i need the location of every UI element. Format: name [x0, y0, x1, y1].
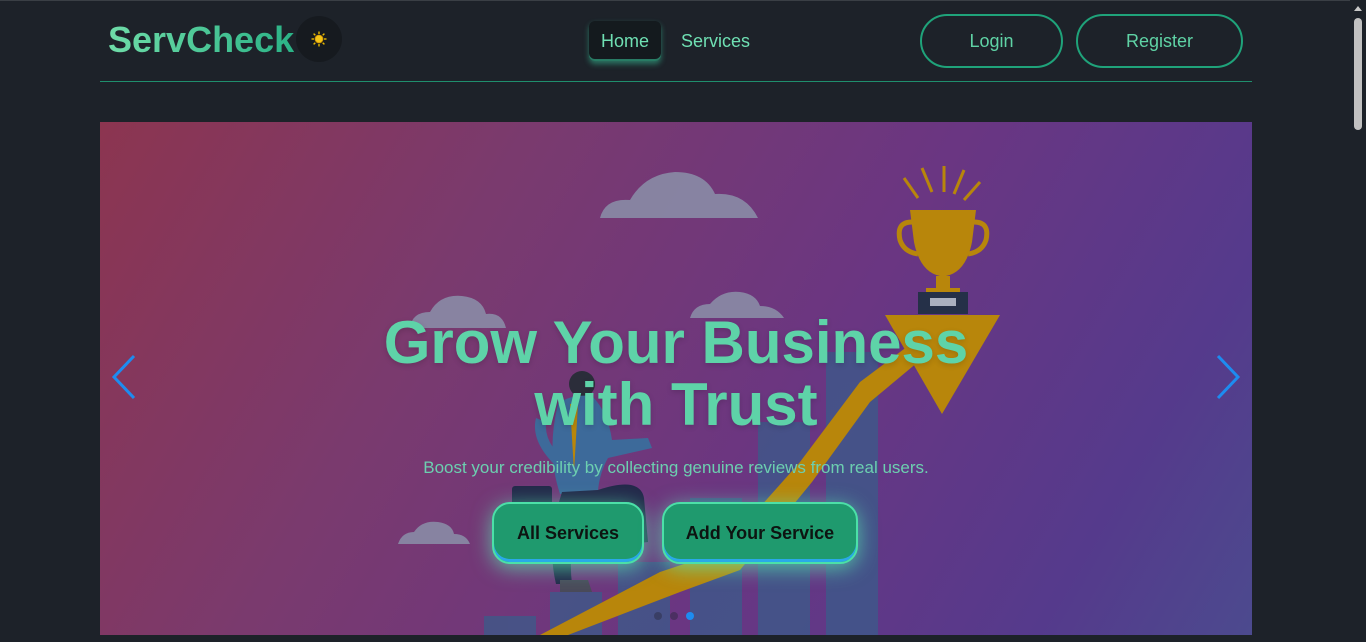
scroll-up-arrow-icon[interactable] [1354, 6, 1362, 11]
hero-title-line2: with Trust [534, 371, 818, 438]
all-services-button[interactable]: All Services [492, 502, 644, 564]
nav-link-services[interactable]: Services [669, 21, 762, 61]
carousel-dot-active[interactable] [686, 612, 694, 620]
login-button[interactable]: Login [920, 14, 1063, 68]
hero-subtitle: Boost your credibility by collecting gen… [423, 458, 929, 477]
trophy-icon [896, 166, 990, 314]
brand-logo[interactable]: ServCheck [108, 20, 294, 60]
navbar: ServCheck Home Services Login Register [100, 0, 1252, 82]
register-button[interactable]: Register [1076, 14, 1243, 68]
carousel-dot[interactable] [670, 612, 678, 620]
carousel-pagination [654, 612, 694, 620]
hero-title-line1: Grow Your Business [383, 309, 969, 376]
page-scrollbar[interactable] [1350, 0, 1366, 642]
hero-carousel: Grow Your Business with Trust Boost your… [100, 122, 1252, 635]
sun-icon[interactable] [296, 16, 342, 62]
nav-link-home[interactable]: Home [589, 21, 661, 61]
add-service-button[interactable]: Add Your Service [662, 502, 858, 564]
scrollbar-thumb[interactable] [1354, 18, 1362, 130]
carousel-dot[interactable] [654, 612, 662, 620]
hero-title: Grow Your Business with Trust [100, 312, 1252, 436]
